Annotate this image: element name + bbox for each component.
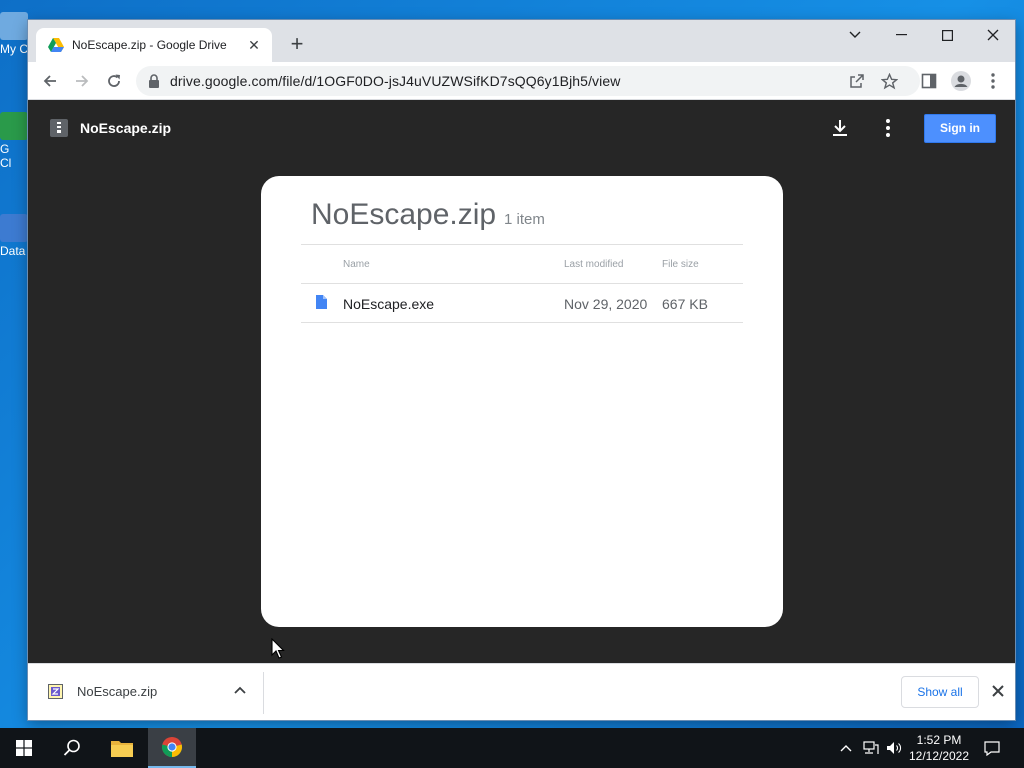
download-icon[interactable]	[828, 116, 852, 140]
system-clock[interactable]: 1:52 PM 12/12/2022	[904, 732, 974, 764]
new-tab-button[interactable]: +	[284, 32, 310, 58]
file-icon	[316, 295, 327, 309]
tab-noescape[interactable]: NoEscape.zip - Google Drive ✕	[36, 28, 272, 62]
maximize-button[interactable]	[924, 20, 970, 50]
share-icon[interactable]	[844, 68, 870, 94]
notification-center-icon[interactable]	[978, 728, 1006, 768]
chrome-taskbar-button[interactable]	[148, 728, 196, 768]
tab-search-icon[interactable]	[832, 20, 878, 50]
desktop-icon-data[interactable]: Data	[0, 214, 28, 258]
chrome-shortcut-icon	[0, 112, 28, 140]
mouse-cursor-icon	[271, 638, 285, 659]
chrome-icon	[161, 737, 183, 758]
drive-file-viewer: NoEscape.zip Sign in NoEscape.zip 1 item…	[28, 100, 1015, 663]
search-icon	[63, 739, 80, 756]
windows-logo-icon	[16, 740, 32, 756]
profile-avatar-icon[interactable]	[948, 68, 974, 94]
row-file-name: NoEscape.exe	[343, 296, 435, 312]
browser-toolbar: drive.google.com/file/d/1OGF0DO-jsJ4uVUZ…	[28, 62, 1015, 100]
bookmark-star-icon[interactable]	[876, 68, 902, 94]
row-size: 667 KB	[662, 296, 708, 312]
archive-file-icon	[50, 119, 68, 137]
desktop-icon-label: My C	[0, 42, 28, 56]
computer-icon	[0, 12, 28, 40]
close-window-button[interactable]	[970, 20, 1015, 50]
column-modified-header: Last modified	[564, 259, 624, 270]
card-title: NoEscape.zip	[311, 198, 497, 231]
tab-title: NoEscape.zip - Google Drive	[72, 38, 227, 52]
contents-table: Name Last modified File size NoEscape.ex…	[301, 244, 743, 323]
file-explorer-button[interactable]	[98, 728, 146, 768]
reload-button[interactable]	[101, 68, 127, 94]
column-size-header: File size	[662, 259, 699, 270]
close-downloads-icon[interactable]	[990, 683, 1006, 699]
item-count: 1 item	[504, 211, 545, 228]
clock-date: 12/12/2022	[908, 749, 970, 763]
desktop-icon-label: Data	[0, 244, 26, 258]
column-name-header: Name	[343, 259, 370, 270]
clock-time: 1:52 PM	[916, 733, 962, 747]
table-header: Name Last modified File size	[301, 244, 743, 284]
side-panel-icon[interactable]	[916, 68, 942, 94]
url-text: drive.google.com/file/d/1OGF0DO-jsJ4uVUZ…	[170, 73, 621, 89]
desktop-icon-google-chrome[interactable]: G Cl	[0, 112, 28, 170]
lock-icon	[149, 74, 159, 88]
shortcut-icon	[0, 214, 28, 242]
folder-icon	[111, 741, 133, 757]
download-file-name: NoEscape.zip	[77, 684, 158, 699]
back-button[interactable]	[37, 68, 63, 94]
chevron-up-icon[interactable]	[233, 684, 247, 698]
forward-button[interactable]	[69, 68, 95, 94]
zip-file-icon	[48, 684, 63, 699]
zip-contents-card: NoEscape.zip 1 item Name Last modified F…	[261, 176, 783, 627]
viewer-header: NoEscape.zip Sign in	[28, 100, 1015, 156]
desktop-icon-my-computer[interactable]: My C	[0, 12, 28, 56]
google-drive-icon	[48, 38, 64, 52]
network-icon[interactable]	[860, 728, 882, 768]
chrome-window: NoEscape.zip - Google Drive ✕ + drive.go…	[28, 20, 1015, 720]
row-modified: Nov 29, 2020	[564, 296, 648, 312]
sign-in-button[interactable]: Sign in	[924, 114, 996, 143]
tab-strip: NoEscape.zip - Google Drive ✕ +	[28, 20, 1015, 62]
viewer-file-name: NoEscape.zip	[80, 120, 172, 136]
browser-menu-icon[interactable]	[980, 68, 1006, 94]
taskbar: 1:52 PM 12/12/2022	[0, 728, 1024, 768]
more-options-icon[interactable]	[876, 116, 900, 140]
search-button[interactable]	[48, 728, 96, 768]
download-shelf: NoEscape.zip Show all	[28, 663, 1015, 720]
download-item[interactable]: NoEscape.zip	[48, 684, 157, 699]
desktop-icon-label: G Cl	[0, 142, 12, 170]
address-bar[interactable]: drive.google.com/file/d/1OGF0DO-jsJ4uVUZ…	[136, 66, 920, 96]
tab-close-icon[interactable]: ✕	[246, 37, 262, 54]
start-button[interactable]	[0, 728, 48, 768]
show-all-button[interactable]: Show all	[901, 676, 979, 708]
minimize-button[interactable]	[878, 20, 924, 50]
table-row[interactable]: NoEscape.exe Nov 29, 2020 667 KB	[301, 284, 743, 323]
volume-icon[interactable]	[884, 728, 904, 768]
divider	[263, 672, 264, 714]
show-hidden-icons-chevron-icon[interactable]	[836, 728, 856, 768]
